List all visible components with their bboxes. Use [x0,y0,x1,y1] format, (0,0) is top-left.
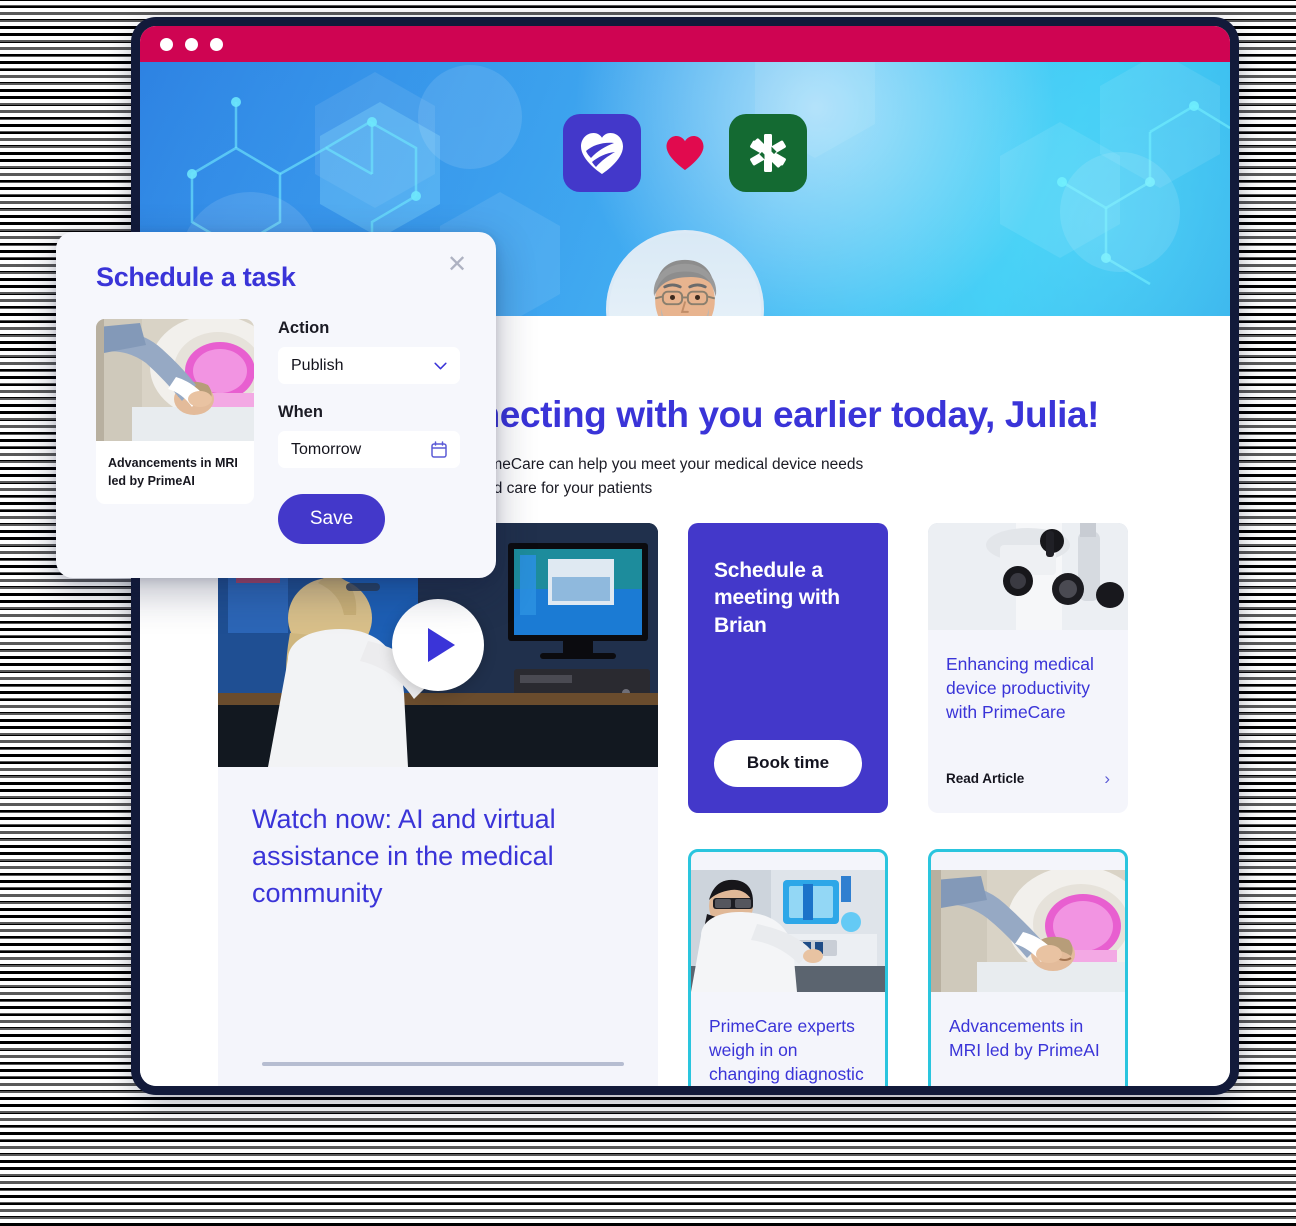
read-article-label: Read Article [946,770,1025,786]
article-card-enhancing[interactable]: Enhancing medical device productivity wi… [928,522,1128,813]
modal-article-title: Advancements in MRI led by PrimeAI [108,456,238,488]
watch-now-video-card[interactable]: Watch now: AI and virtual assistance in … [218,522,658,1086]
article-card-title: PrimeCare experts weigh in on changing d… [709,1015,864,1084]
modal-article-preview: Advancements in MRI led by PrimeAI [96,319,254,504]
partner-logo [729,114,807,192]
article-card-title: Advancements in MRI led by PrimeAI [949,1015,1100,1060]
when-date[interactable]: Tomorrow [278,431,460,468]
article-thumbnail [691,869,885,992]
browser-titlebar [140,26,1230,62]
content-grid: Watch now: AI and virtual assistance in … [140,501,1230,1086]
action-select[interactable]: Publish [278,347,460,384]
schedule-task-modal: Schedule a task ✕ Advancements in MRI le… [56,232,496,578]
heart-icon [666,136,704,170]
star-of-life-icon [750,134,786,172]
heart-swoosh-icon [581,133,623,174]
logo-row [140,114,1230,192]
modal-content: Advancements in MRI led by PrimeAI Actio… [96,319,460,544]
play-icon [428,627,455,662]
chevron-down-icon [434,362,447,369]
primecare-logo [563,114,641,192]
article-thumbnail [931,869,1125,992]
article-thumbnail [928,522,1128,630]
action-label: Action [278,319,330,337]
play-button[interactable] [392,598,484,691]
article-card-experts[interactable]: PrimeCare experts weigh in on changing d… [688,848,888,1086]
when-label: When [278,403,323,421]
action-value: Publish [291,356,344,374]
read-article-link[interactable]: Read Article › [928,748,1128,813]
right-column: Schedule a meeting with Brian Book time [688,522,1164,1086]
schedule-meeting-card: Schedule a meeting with Brian Book time [688,522,888,813]
meeting-card-title: Schedule a meeting with Brian [714,558,840,638]
right-row-top: Schedule a meeting with Brian Book time [688,522,1164,813]
modal-title: Schedule a task [96,262,296,292]
modal-article-thumbnail [96,319,254,441]
modal-form: Action Publish When Tomorrow Save [278,319,460,544]
close-dot[interactable] [160,37,173,51]
article-card-title: Enhancing medical device productivity wi… [946,653,1094,722]
book-time-button[interactable]: Book time [714,739,862,787]
when-value: Tomorrow [291,440,362,458]
save-button[interactable]: Save [278,494,385,544]
minimize-dot[interactable] [185,37,198,51]
chevron-right-icon: › [1104,768,1110,788]
card-divider [262,1061,624,1066]
close-icon[interactable]: ✕ [444,252,470,278]
maximize-dot[interactable] [210,37,223,51]
calendar-icon [431,441,447,458]
video-card-title: Watch now: AI and virtual assistance in … [252,803,556,908]
right-row-bottom: PrimeCare experts weigh in on changing d… [688,848,1164,1086]
heart-connector [665,135,705,171]
article-card-mri[interactable]: Advancements in MRI led by PrimeAI Read … [928,848,1128,1086]
left-column: Watch now: AI and virtual assistance in … [218,522,658,1086]
